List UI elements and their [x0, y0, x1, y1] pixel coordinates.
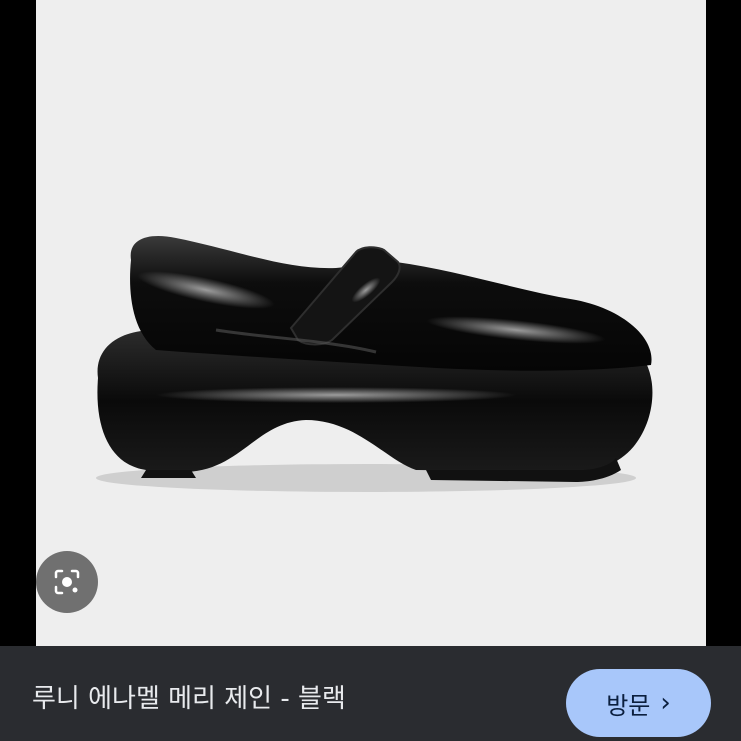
viewer: 루니 에나멜 메리 제인 - 블랙 방문 ›	[0, 0, 741, 741]
lens-button[interactable]	[36, 551, 98, 613]
shoe-photo	[96, 236, 653, 492]
product-image[interactable]	[36, 0, 706, 646]
visit-button-label: 방문	[606, 691, 651, 720]
product-title[interactable]: 루니 에나멜 메리 제인 - 블랙	[32, 682, 346, 716]
chevron-right-icon: ›	[660, 688, 671, 718]
lens-camera-icon	[54, 569, 80, 595]
visit-button[interactable]: 방문 ›	[566, 669, 711, 737]
